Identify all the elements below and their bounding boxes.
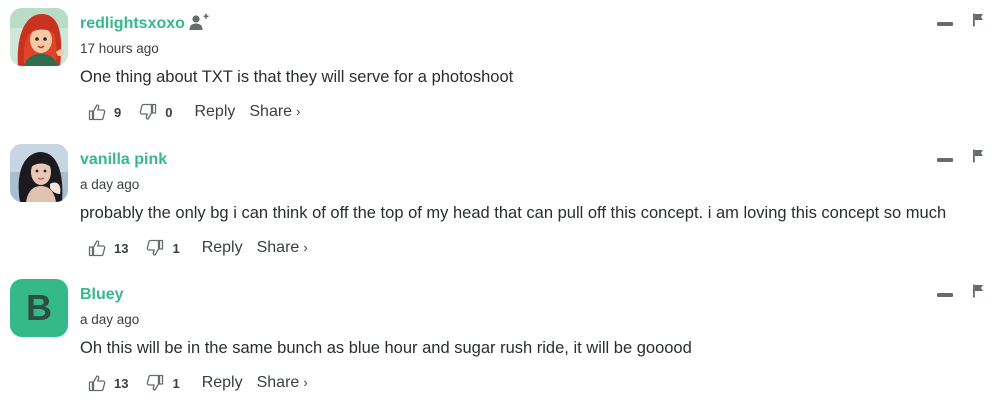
upvote-count: 13: [114, 375, 129, 391]
comment: B Bluey a day ago Oh this will be in the…: [0, 271, 996, 403]
upvote-button[interactable]: 13: [88, 374, 128, 392]
thumbs-up-icon: [88, 240, 106, 257]
comment-actions: 9 0 Reply Share ›: [88, 102, 300, 122]
thumbs-down-icon: [147, 239, 164, 256]
upvote-count: 13: [114, 240, 129, 256]
comment-text: Oh this will be in the same bunch as blu…: [80, 339, 692, 357]
share-button[interactable]: Share ›: [257, 239, 308, 257]
comment-text: One thing about TXT is that they will se…: [80, 68, 514, 86]
cartoon-red-hair-avatar-icon: [10, 8, 68, 66]
flag-icon[interactable]: [972, 149, 984, 163]
user-avatar[interactable]: [10, 144, 68, 202]
comment: vanilla pink a day ago probably the only…: [0, 136, 996, 268]
downvote-count: 1: [172, 375, 180, 391]
user-avatar[interactable]: B: [10, 279, 68, 337]
comment-actions: 13 1 Reply Share ›: [88, 238, 308, 258]
photo-avatar-icon: [10, 144, 68, 202]
reply-button[interactable]: Reply: [202, 239, 243, 257]
upvote-count: 9: [114, 104, 122, 120]
collapse-comment-button[interactable]: [937, 293, 953, 297]
comment-actions: 13 1 Reply Share ›: [88, 373, 308, 393]
thumbs-up-icon: [88, 375, 106, 392]
reply-button[interactable]: Reply: [202, 374, 243, 392]
downvote-button[interactable]: 0: [139, 103, 172, 121]
thumbs-down-icon: [139, 103, 157, 120]
share-button[interactable]: Share ›: [257, 374, 308, 392]
follow-user-icon[interactable]: [189, 13, 209, 31]
share-label: Share: [256, 239, 300, 256]
comment-timestamp[interactable]: 17 hours ago: [80, 41, 159, 56]
username-link[interactable]: Bluey: [80, 286, 124, 304]
upvote-button[interactable]: 13: [88, 239, 128, 257]
downvote-button[interactable]: 1: [146, 239, 180, 257]
share-label: Share: [249, 103, 293, 120]
user-avatar[interactable]: [10, 8, 68, 66]
comment-text: probably the only bg i can think of off …: [80, 204, 947, 222]
comment: redlightsxoxo 17 hours ago One thing abo…: [0, 0, 996, 132]
downvote-count: 1: [172, 240, 180, 256]
comment-timestamp[interactable]: a day ago: [80, 177, 139, 192]
comment-timestamp[interactable]: a day ago: [80, 312, 139, 327]
upvote-button[interactable]: 9: [88, 103, 121, 121]
flag-icon[interactable]: [972, 284, 984, 298]
collapse-comment-button[interactable]: [937, 158, 953, 162]
username-link[interactable]: vanilla pink: [80, 151, 167, 169]
thumbs-down-icon: [147, 374, 164, 391]
chevron-right-icon: ›: [303, 240, 308, 255]
username-link[interactable]: redlightsxoxo: [80, 15, 185, 33]
collapse-comment-button[interactable]: [937, 22, 953, 26]
chevron-right-icon: ›: [296, 104, 301, 119]
share-button[interactable]: Share ›: [249, 103, 300, 121]
flag-icon[interactable]: [972, 13, 984, 27]
chevron-right-icon: ›: [303, 375, 308, 390]
downvote-count: 0: [165, 104, 173, 120]
downvote-button[interactable]: 1: [146, 374, 180, 392]
reply-button[interactable]: Reply: [194, 103, 235, 121]
thumbs-up-icon: [88, 104, 106, 121]
share-label: Share: [256, 374, 300, 391]
